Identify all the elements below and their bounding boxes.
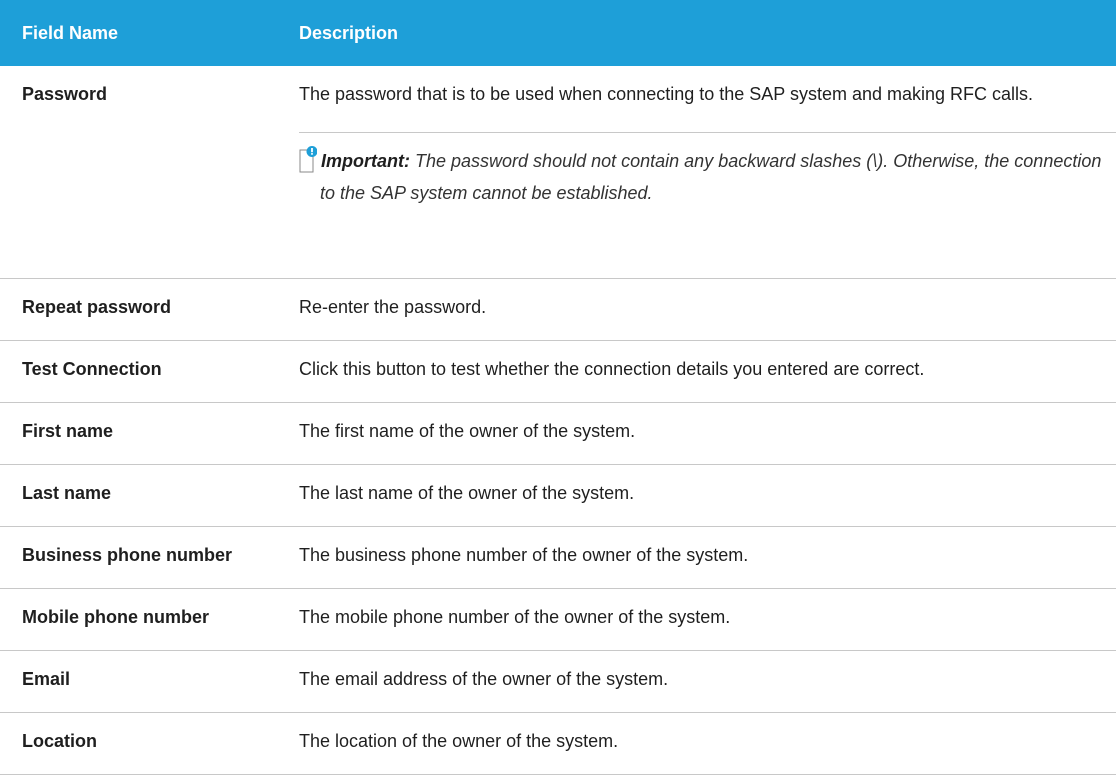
table-row: First name The first name of the owner o… xyxy=(0,402,1116,465)
table-row: Repeat password Re-enter the password. xyxy=(0,278,1116,341)
table-row: Email The email address of the owner of … xyxy=(0,650,1116,713)
description-cell: The last name of the owner of the system… xyxy=(284,464,1116,527)
field-name-cell: Mobile phone number xyxy=(0,588,284,651)
field-name-cell: Password xyxy=(0,66,284,279)
table-row: Test Connection Click this button to tes… xyxy=(0,340,1116,403)
note-label: Important: xyxy=(321,151,410,171)
table-row: Mobile phone number The mobile phone num… xyxy=(0,588,1116,651)
table-row: Last name The last name of the owner of … xyxy=(0,464,1116,527)
description-cell: Re-enter the password. xyxy=(284,278,1116,341)
field-name-cell: Last name xyxy=(0,464,284,527)
field-name-cell: Location xyxy=(0,712,284,775)
description-cell: Click this button to test whether the co… xyxy=(284,340,1116,403)
password-description: The password that is to be used when con… xyxy=(299,84,1034,104)
table-row: Business phone number The business phone… xyxy=(0,526,1116,589)
description-header: Description xyxy=(284,0,1116,66)
table-header: Field Name Description xyxy=(0,0,1116,66)
description-cell: The email address of the owner of the sy… xyxy=(284,650,1116,713)
field-name-cell: Email xyxy=(0,650,284,713)
field-name-cell: Business phone number xyxy=(0,526,284,589)
description-cell: The business phone number of the owner o… xyxy=(284,526,1116,589)
note-icon xyxy=(299,145,317,173)
description-cell: The password that is to be used when con… xyxy=(284,66,1116,279)
table-row-password: Password The password that is to be used… xyxy=(0,66,1116,279)
field-name-header: Field Name xyxy=(0,0,284,66)
field-name-cell: Repeat password xyxy=(0,278,284,341)
field-name-cell: First name xyxy=(0,402,284,465)
note-text: The password should not contain any back… xyxy=(320,151,1102,203)
important-note: Important: The password should not conta… xyxy=(299,132,1116,209)
table-body: Password The password that is to be used… xyxy=(0,66,1116,775)
header-row: Field Name Description xyxy=(0,0,1116,66)
description-cell: The mobile phone number of the owner of … xyxy=(284,588,1116,651)
description-cell: The first name of the owner of the syste… xyxy=(284,402,1116,465)
table-row: Location The location of the owner of th… xyxy=(0,712,1116,775)
field-description-table: Field Name Description Password The pass… xyxy=(0,0,1116,775)
description-cell: The location of the owner of the system. xyxy=(284,712,1116,775)
field-name-cell: Test Connection xyxy=(0,340,284,403)
